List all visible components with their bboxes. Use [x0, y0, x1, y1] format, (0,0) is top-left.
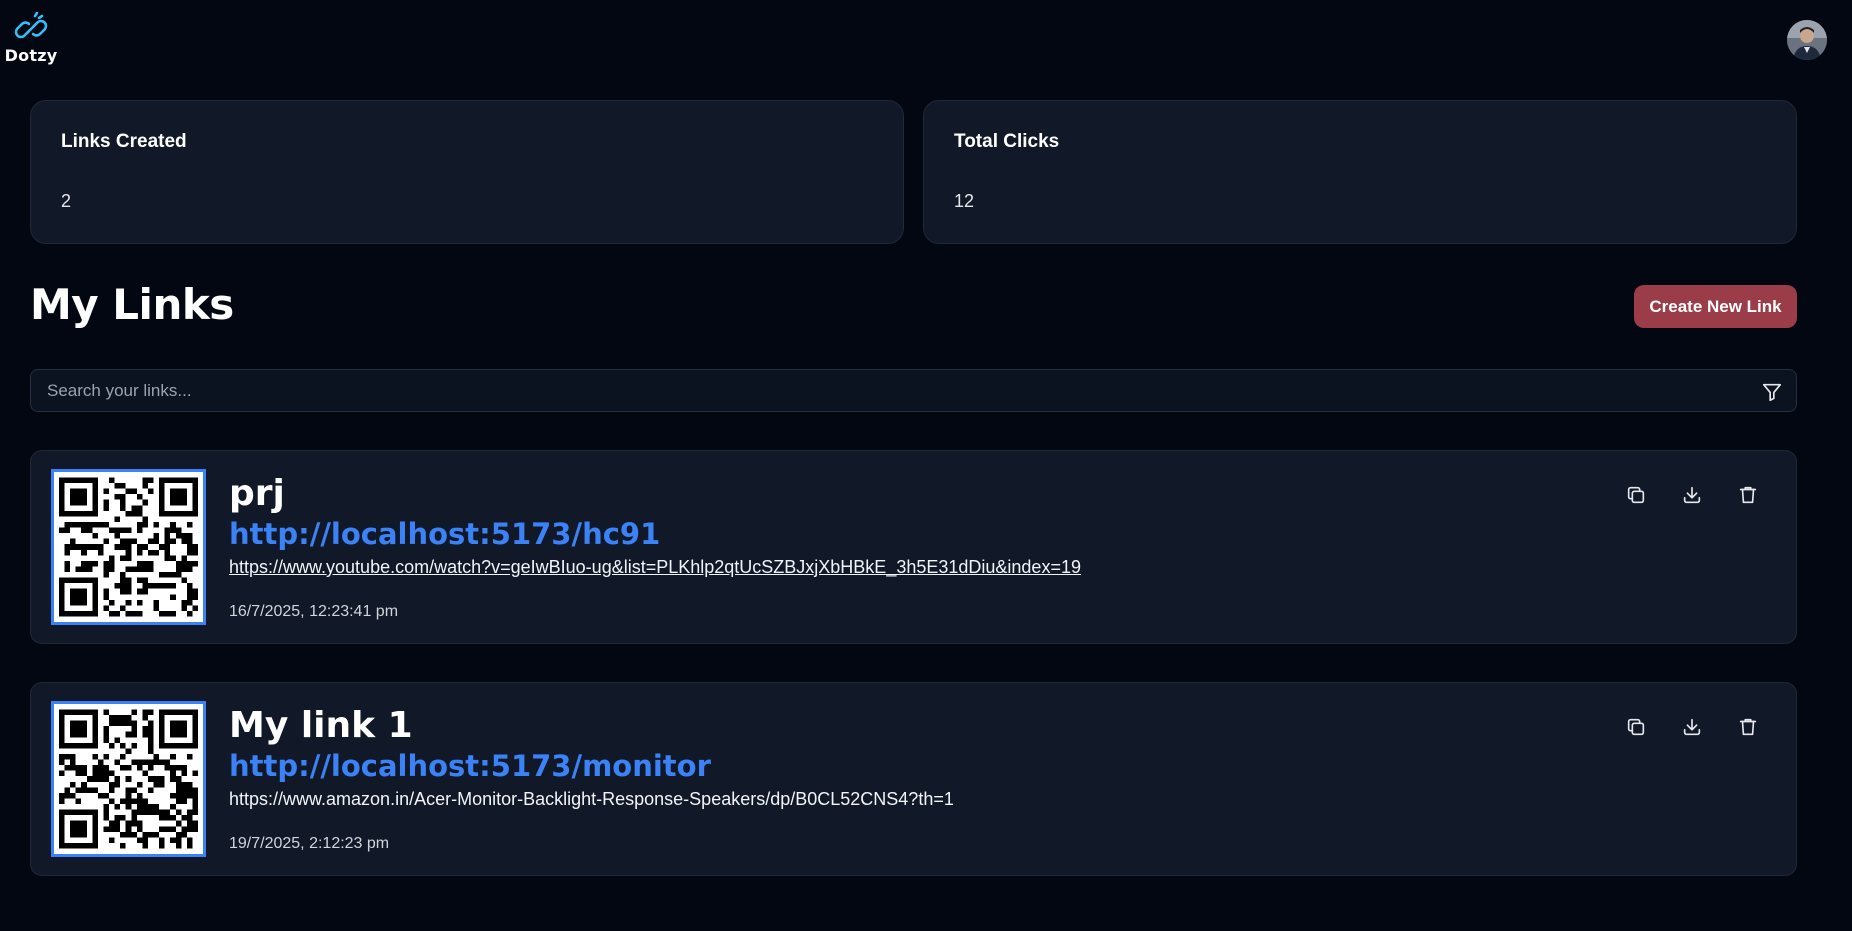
app-logo[interactable]: Dotzy — [4, 12, 58, 68]
short-url-link[interactable]: http://localhost:5173/hc91 — [229, 517, 660, 551]
stat-value: 12 — [954, 191, 975, 211]
download-button[interactable] — [1664, 707, 1720, 747]
copy-button[interactable] — [1608, 475, 1664, 515]
stat-title: Total Clicks — [954, 131, 1060, 152]
qr-code-image — [59, 709, 198, 849]
original-url-link[interactable]: https://www.amazon.in/Acer-Monitor-Backl… — [229, 789, 954, 810]
link-card: prj http://localhost:5173/hc91 https://w… — [30, 450, 1797, 644]
created-timestamp: 16/7/2025, 12:23:41 pm — [229, 603, 399, 620]
created-timestamp: 19/7/2025, 2:12:23 pm — [229, 835, 390, 852]
filter-icon[interactable] — [1761, 381, 1783, 403]
stat-card-total-clicks: Total Clicks 12 — [923, 100, 1797, 244]
copy-button[interactable] — [1608, 707, 1664, 747]
top-bar: Dotzy — [0, 0, 1852, 80]
link-actions — [1608, 707, 1776, 747]
link-logo-icon — [14, 12, 48, 39]
qr-code[interactable] — [51, 701, 206, 857]
qr-code-image — [59, 477, 198, 617]
avatar-image — [1787, 20, 1827, 60]
stat-value: 2 — [61, 191, 72, 211]
link-actions — [1608, 475, 1776, 515]
user-avatar[interactable] — [1787, 20, 1827, 60]
download-icon — [1683, 718, 1701, 736]
link-title: My link 1 — [229, 705, 413, 746]
delete-button[interactable] — [1720, 475, 1776, 515]
short-url-link[interactable]: http://localhost:5173/monitor — [229, 749, 711, 783]
copy-icon — [1627, 718, 1645, 736]
search-input[interactable] — [45, 370, 1745, 411]
stat-title: Links Created — [61, 131, 187, 152]
stat-card-links-created: Links Created 2 — [30, 100, 904, 244]
download-icon — [1683, 486, 1701, 504]
link-card: My link 1 http://localhost:5173/monitor … — [30, 682, 1797, 876]
copy-icon — [1627, 486, 1645, 504]
trash-icon — [1739, 486, 1757, 504]
link-title: prj — [229, 473, 285, 514]
trash-icon — [1739, 718, 1757, 736]
app-name: Dotzy — [4, 46, 58, 65]
delete-button[interactable] — [1720, 707, 1776, 747]
search-bar — [30, 369, 1797, 412]
create-new-link-button[interactable]: Create New Link — [1634, 285, 1797, 328]
original-url-link[interactable]: https://www.youtube.com/watch?v=geIwBIuo… — [229, 557, 1081, 578]
qr-code[interactable] — [51, 469, 206, 625]
download-button[interactable] — [1664, 475, 1720, 515]
page-title: My Links — [30, 280, 234, 329]
